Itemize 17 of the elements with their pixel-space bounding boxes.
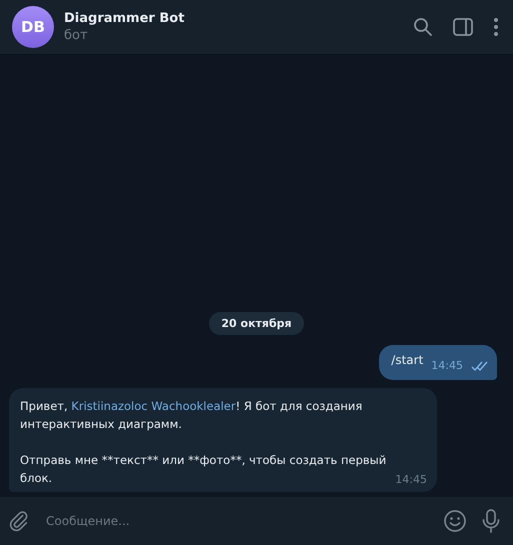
chat-subtitle: бот	[64, 28, 89, 43]
microphone-icon[interactable]	[481, 509, 501, 533]
message-text: /start	[391, 352, 424, 366]
more-icon[interactable]	[493, 17, 499, 37]
message-text: Привет, Kristiinazoloc Wachooklealer! Я бот для создания интерактивных диаграмм.	[20, 398, 364, 433]
message-text: Отправь мне **текст** или **фото**, чтобы создать первый блок.	[20, 452, 388, 487]
message-time: 14:45	[431, 359, 463, 372]
mention-link[interactable]: Kristiinazoloc Wachooklealer	[71, 399, 236, 413]
message-input[interactable]: Сообщение...	[44, 505, 429, 537]
search-icon[interactable]	[413, 17, 433, 37]
sidebar-icon[interactable]	[453, 18, 473, 36]
chat-title: Diagrammer Bot	[64, 11, 186, 26]
avatar: DB	[12, 6, 54, 48]
emoji-icon[interactable]	[443, 509, 467, 533]
paperclip-icon[interactable]	[8, 510, 30, 532]
date-badge: 20 октября	[209, 312, 304, 335]
message-time: 14:45	[395, 473, 427, 486]
